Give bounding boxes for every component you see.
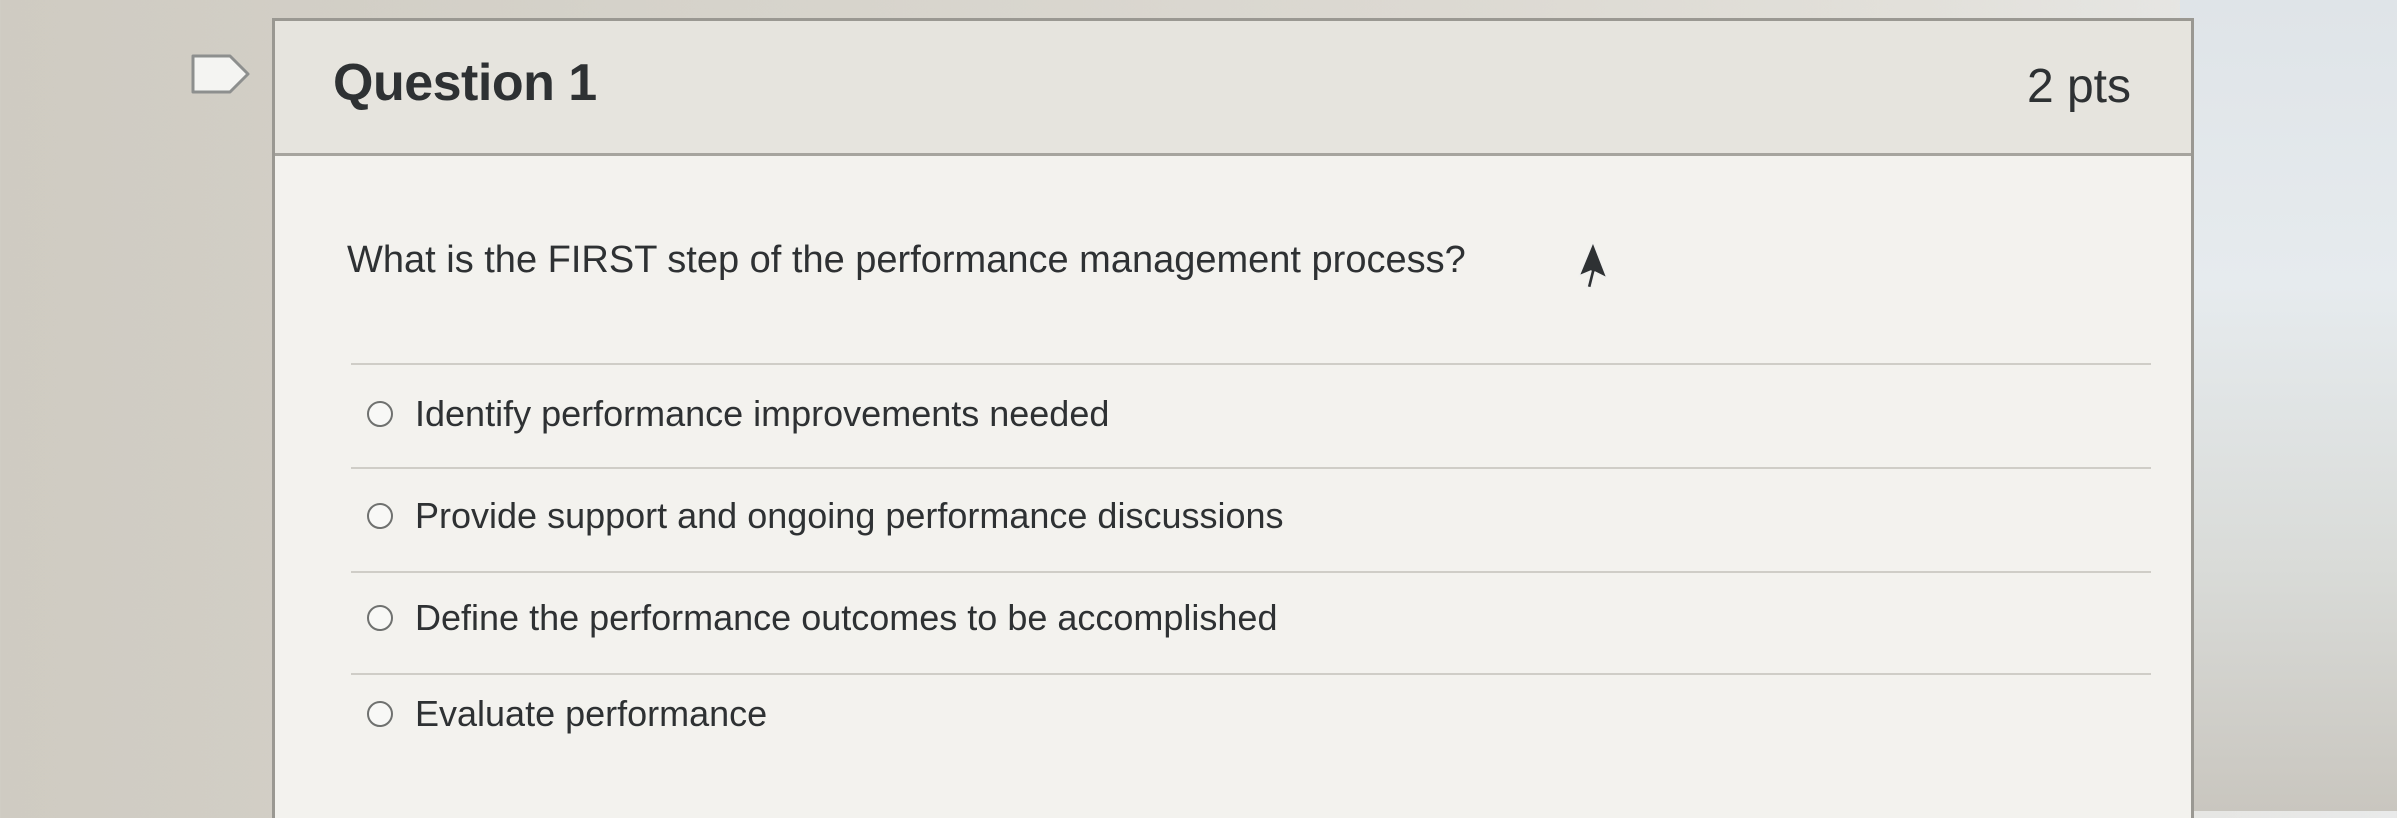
divider: [351, 673, 2151, 675]
question-points: 2 pts: [2026, 60, 2131, 113]
answer-label: Identify performance improvements needed: [415, 393, 1110, 434]
question-text: What is the FIRST step of the performanc…: [347, 239, 1466, 281]
answer-label: Provide support and ongoing performance …: [415, 495, 1284, 536]
mouse-pointer-icon: [1578, 241, 1608, 289]
background-right-area: [2180, 0, 2397, 811]
question-card: Question 1 2 pts What is the FIRST step …: [272, 18, 2194, 818]
radio-button[interactable]: [367, 503, 393, 529]
question-title: Question 1: [333, 54, 597, 112]
answer-option-1[interactable]: Identify performance improvements needed: [367, 389, 1109, 439]
answer-label: Evaluate performance: [415, 693, 768, 734]
radio-button[interactable]: [367, 701, 393, 727]
flag-outline-icon[interactable]: [190, 52, 252, 96]
divider: [351, 363, 2151, 365]
answer-option-2[interactable]: Provide support and ongoing performance …: [367, 491, 1284, 541]
divider: [351, 467, 2151, 469]
divider: [351, 571, 2151, 573]
answer-option-4[interactable]: Evaluate performance: [367, 689, 767, 739]
answer-option-3[interactable]: Define the performance outcomes to be ac…: [367, 593, 1277, 643]
answer-label: Define the performance outcomes to be ac…: [415, 597, 1278, 638]
radio-button[interactable]: [367, 401, 393, 427]
radio-button[interactable]: [367, 605, 393, 631]
question-header: Question 1 2 pts: [275, 21, 2191, 156]
